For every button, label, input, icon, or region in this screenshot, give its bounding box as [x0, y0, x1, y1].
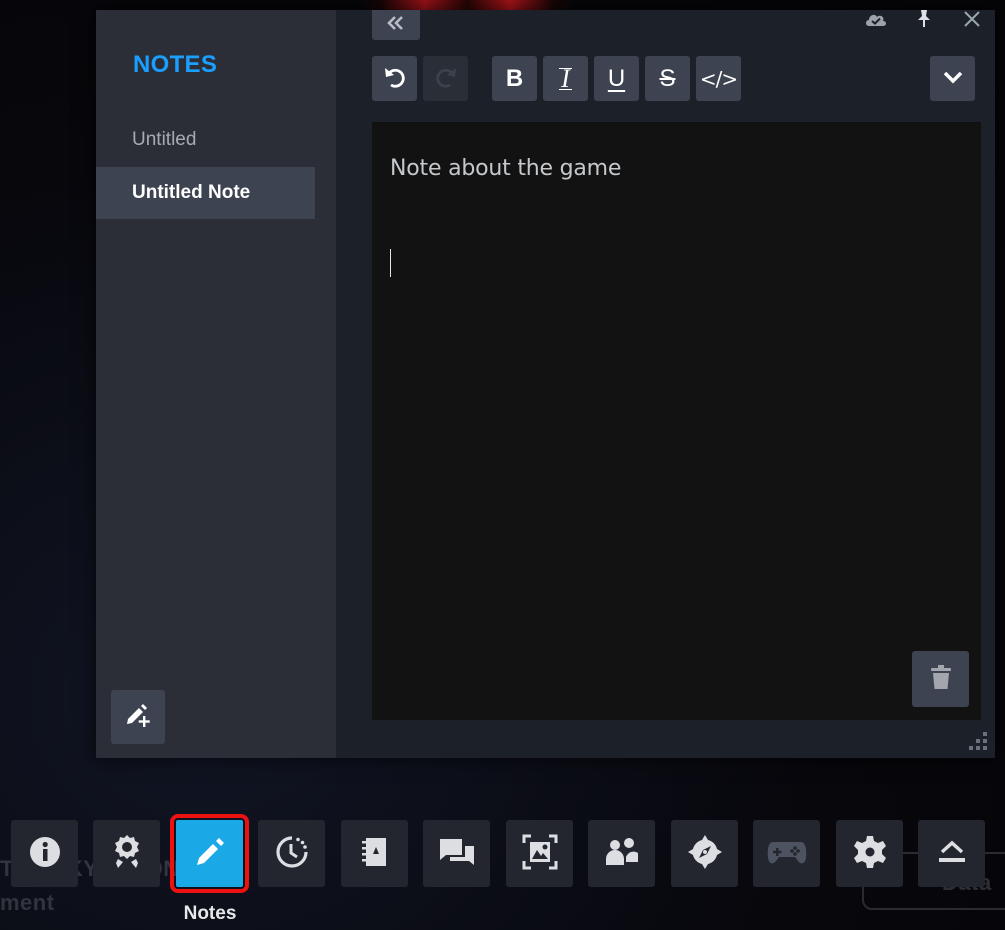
collapse-sidebar-button[interactable] [372, 10, 420, 40]
cloud-sync-status [863, 10, 889, 32]
note-list-item-selected[interactable]: Untitled Note [96, 167, 315, 219]
screenshot-icon [522, 834, 558, 874]
trash-icon [928, 663, 954, 695]
gear-icon [852, 834, 888, 874]
background-credits-text-2: ment [0, 890, 55, 915]
more-options-button[interactable] [918, 820, 985, 887]
info-icon [28, 835, 62, 873]
close-icon [963, 10, 981, 32]
active-button-label: Notes [183, 903, 237, 924]
notes-panel: NOTES Untitled Untitled Note B I U S </>… [96, 10, 995, 758]
controller-button[interactable] [753, 820, 820, 887]
italic-button[interactable]: I [543, 56, 588, 101]
redo-icon [433, 64, 459, 94]
code-button[interactable]: </> [696, 56, 741, 101]
resize-handle[interactable] [967, 730, 989, 752]
gamepad-icon [767, 838, 807, 870]
close-button[interactable] [959, 10, 985, 32]
guides-button[interactable] [341, 820, 408, 887]
settings-button[interactable] [836, 820, 903, 887]
discussions-button[interactable] [423, 820, 490, 887]
pin-icon [915, 9, 933, 33]
screenshots-button[interactable] [506, 820, 573, 887]
underline-icon: U [607, 64, 626, 92]
new-note-button[interactable] [111, 690, 165, 744]
cloud-check-icon [864, 10, 888, 32]
underline-button[interactable]: U [594, 56, 639, 101]
double-chevron-left-icon [385, 15, 407, 35]
chevron-down-icon [942, 69, 964, 89]
notes-sidebar: NOTES Untitled Untitled Note [96, 10, 336, 758]
info-button[interactable] [11, 820, 78, 887]
web-browser-button[interactable] [671, 820, 738, 887]
recent-activity-button[interactable] [258, 820, 325, 887]
strikethrough-icon: S [659, 64, 676, 92]
chat-icon [438, 835, 476, 873]
text-caret [390, 249, 391, 277]
pencil-icon [193, 835, 227, 873]
undo-button[interactable] [372, 56, 417, 101]
code-icon: </> [699, 66, 738, 91]
strikethrough-button[interactable]: S [645, 56, 690, 101]
bold-button[interactable]: B [492, 56, 537, 101]
bold-icon: B [505, 64, 524, 92]
redo-button[interactable] [423, 56, 468, 101]
undo-icon [382, 64, 408, 94]
game-art-fragment [360, 0, 575, 10]
friends-button[interactable] [588, 820, 655, 887]
pencil-plus-icon [123, 700, 153, 734]
more-formatting-button[interactable] [930, 56, 975, 101]
achievement-icon [110, 833, 144, 875]
friends-icon [604, 837, 640, 871]
guide-book-icon [360, 835, 390, 873]
note-list-item[interactable]: Untitled [96, 114, 315, 166]
eject-icon [936, 838, 968, 870]
compass-icon [687, 834, 723, 874]
note-editor-area: B I U S </> Note about the game [336, 10, 995, 758]
notes-title: NOTES [133, 51, 218, 78]
pin-button[interactable] [911, 10, 937, 32]
timer-icon [274, 834, 310, 874]
note-content[interactable]: Note about the game [390, 156, 621, 181]
delete-note-button[interactable] [912, 651, 969, 707]
achievements-button[interactable] [93, 820, 160, 887]
italic-icon: I [559, 63, 572, 93]
notes-button[interactable] [170, 814, 249, 893]
note-editor[interactable]: Note about the game [372, 122, 981, 720]
